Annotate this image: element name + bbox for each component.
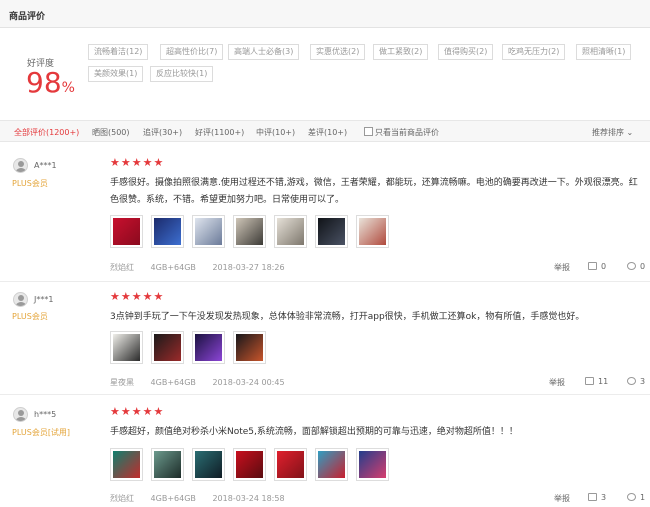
product-color: 烈焰红	[110, 263, 134, 272]
review-meta: 烈焰红 4GB+64GB 2018-03-24 18:58	[110, 493, 299, 504]
like-button[interactable]: 11	[585, 377, 608, 386]
review-photo[interactable]	[233, 215, 266, 248]
report-button[interactable]: 举报	[554, 262, 570, 273]
chevron-down-icon: ⌄	[626, 128, 634, 137]
reply-button[interactable]: 1	[627, 493, 645, 502]
tag-item[interactable]: 值得购买(2)	[438, 44, 494, 60]
review-text: 3点钟到手玩了一下午没发现发热现象，总体体验非常流畅，打开app很快，手机做工还…	[110, 312, 585, 322]
review-photo[interactable]	[192, 331, 225, 364]
review-photo[interactable]	[151, 215, 184, 248]
user-name: A***1	[34, 161, 57, 170]
sort-dropdown[interactable]: 推荐排序 ⌄	[592, 127, 633, 138]
review-date: 2018-03-27 18:26	[212, 263, 285, 272]
review-photo[interactable]	[274, 215, 307, 248]
user-level: PLUS会员[试用]	[12, 428, 71, 437]
thumbs-up-icon	[588, 262, 597, 270]
filter-photos[interactable]: 晒图(500)	[92, 127, 130, 138]
review-text: 手感很好。摄像拍照很满意.使用过程还不错,游戏，微信，王者荣耀，都能玩，还算流畅…	[110, 178, 638, 205]
tag-item[interactable]: 实惠优选(2)	[310, 44, 366, 60]
review-photo[interactable]	[315, 215, 348, 248]
review-item: A***1 PLUS会员 ★★★★★ 手感很好。摄像拍照很满意.使用过程还不错,…	[0, 142, 650, 282]
review-photo[interactable]	[151, 331, 184, 364]
section-title: 商品评价	[9, 12, 46, 22]
user-name: h***5	[34, 410, 57, 419]
review-photo[interactable]	[192, 448, 225, 481]
filter-positive[interactable]: 好评(1100+)	[195, 127, 244, 138]
product-spec: 4GB+64GB	[150, 494, 196, 503]
report-button[interactable]: 举报	[549, 377, 565, 388]
avatar	[13, 407, 28, 422]
comment-section-header: 商品评价	[0, 0, 650, 28]
avatar	[13, 158, 28, 173]
like-button[interactable]: 3	[588, 493, 606, 502]
comment-icon	[627, 377, 636, 385]
report-button[interactable]: 举报	[554, 493, 570, 504]
rating-stars: ★★★★★	[110, 156, 165, 169]
review-photo[interactable]	[233, 448, 266, 481]
review-photo[interactable]	[110, 448, 143, 481]
current-product-checkbox[interactable]	[364, 127, 373, 136]
user-level: PLUS会员	[12, 179, 48, 188]
comment-icon	[627, 262, 636, 270]
review-photo[interactable]	[151, 448, 184, 481]
reply-button[interactable]: 3	[627, 377, 645, 386]
review-date: 2018-03-24 00:45	[212, 378, 285, 387]
product-spec: 4GB+64GB	[150, 263, 196, 272]
reply-button[interactable]: 0	[627, 262, 645, 271]
avatar	[13, 292, 28, 307]
filter-followup[interactable]: 追评(30+)	[143, 127, 182, 138]
praise-rate-value: 98%	[26, 66, 75, 99]
user-name: J***1	[34, 295, 54, 304]
review-date: 2018-03-24 18:58	[212, 494, 285, 503]
review-photo[interactable]	[315, 448, 348, 481]
review-meta: 烈焰红 4GB+64GB 2018-03-27 18:26	[110, 262, 299, 273]
review-meta: 星夜黑 4GB+64GB 2018-03-24 00:45	[110, 377, 299, 388]
thumbs-up-icon	[585, 377, 594, 385]
rating-stars: ★★★★★	[110, 290, 165, 303]
tag-item[interactable]: 高端人士必备(3)	[228, 44, 300, 60]
thumbs-up-icon	[588, 493, 597, 501]
tag-item[interactable]: 照相清晰(1)	[576, 44, 632, 60]
tag-item[interactable]: 反应比较快(1)	[150, 66, 214, 82]
review-text: 手感超好，颜值绝对秒杀小米Note5,系统流畅，面部解锁超出预期的可靠与迅速，绝…	[110, 427, 518, 437]
review-item: h***5 PLUS会员[试用] ★★★★★ 手感超好，颜值绝对秒杀小米Note…	[0, 395, 650, 507]
review-photo[interactable]	[274, 448, 307, 481]
rating-stars: ★★★★★	[110, 405, 165, 418]
tag-item[interactable]: 美颜效果(1)	[88, 66, 144, 82]
like-button[interactable]: 0	[588, 262, 606, 271]
review-photo[interactable]	[192, 215, 225, 248]
user-level: PLUS会员	[12, 312, 48, 321]
filter-neutral[interactable]: 中评(10+)	[256, 127, 295, 138]
product-color: 烈焰红	[110, 494, 134, 503]
filter-bar: 全部评价(1200+) 晒图(500) 追评(30+) 好评(1100+) 中评…	[0, 120, 650, 142]
review-photo[interactable]	[356, 448, 389, 481]
review-photo[interactable]	[233, 331, 266, 364]
filter-negative[interactable]: 差评(10+)	[308, 127, 347, 138]
review-item: J***1 PLUS会员 ★★★★★ 3点钟到手玩了一下午没发现发热现象，总体体…	[0, 282, 650, 395]
tag-item[interactable]: 做工紧致(2)	[373, 44, 429, 60]
current-product-label: 只看当前商品评价	[375, 128, 439, 137]
tag-item[interactable]: 超高性价比(7)	[160, 44, 224, 60]
tag-item[interactable]: 吃鸡无压力(2)	[502, 44, 566, 60]
review-photo[interactable]	[110, 215, 143, 248]
review-photo[interactable]	[110, 331, 143, 364]
tag-item[interactable]: 流畅着洁(12)	[88, 44, 149, 60]
review-photo[interactable]	[356, 215, 389, 248]
filter-all[interactable]: 全部评价(1200+)	[14, 127, 79, 138]
comment-icon	[627, 493, 636, 501]
product-spec: 4GB+64GB	[150, 378, 196, 387]
product-color: 星夜黑	[110, 378, 134, 387]
